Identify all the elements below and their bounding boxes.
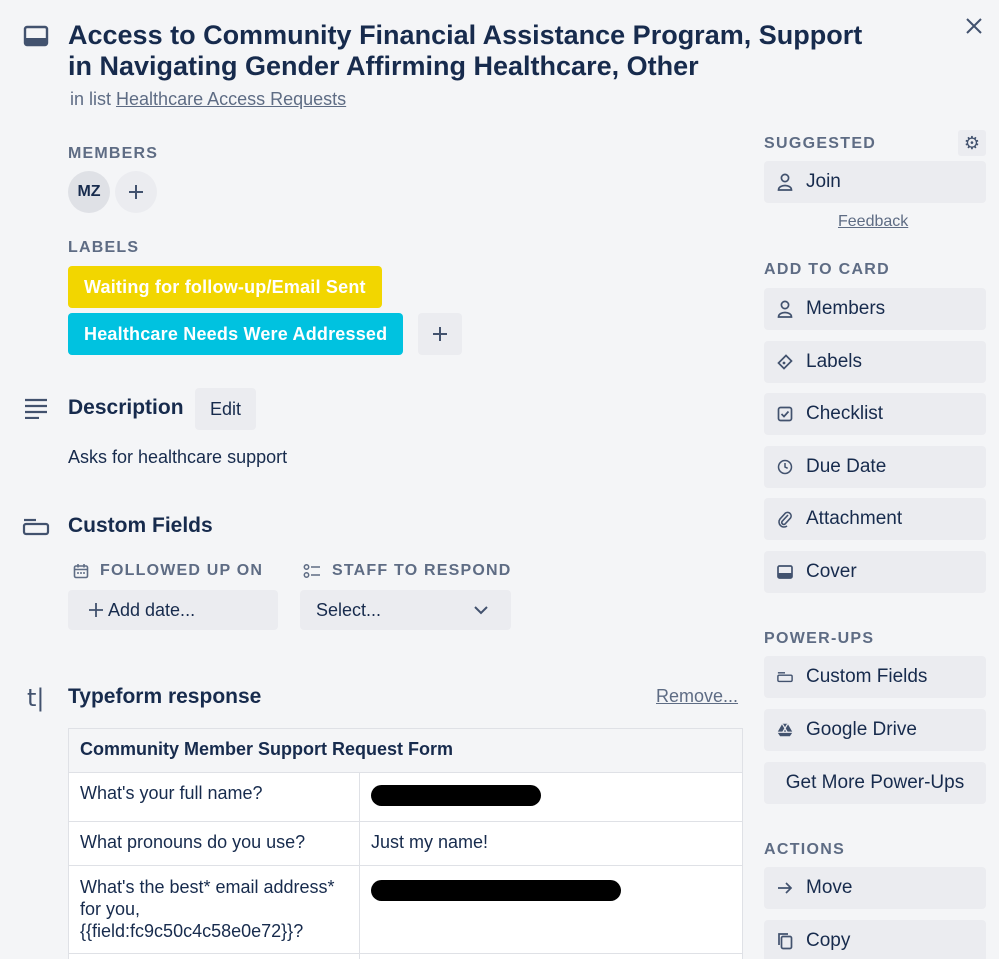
staff-to-respond-label: STAFF TO RESPOND <box>332 562 512 579</box>
checklist-button-label: Checklist <box>806 403 884 424</box>
members-button-label: Members <box>806 298 886 319</box>
members-heading: MEMBERS <box>68 145 159 162</box>
add-date-label: Add date... <box>108 599 196 620</box>
cover-icon <box>777 565 793 579</box>
table-row: What pronouns do you use? Just my name! <box>68 821 743 866</box>
labels-button-label: Labels <box>806 351 862 372</box>
card-title[interactable]: Access to Community Financial Assistance… <box>68 20 888 82</box>
suggested-settings-button[interactable]: ⚙ <box>958 130 986 156</box>
typeform-table: Community Member Support Request Form Wh… <box>68 728 743 959</box>
feedback-link[interactable]: Feedback <box>838 213 908 231</box>
description-text[interactable]: Asks for healthcare support <box>68 447 287 468</box>
google-drive-button[interactable]: Google Drive <box>764 709 986 751</box>
in-list-prefix: in list <box>70 89 112 109</box>
list-link[interactable]: Healthcare Access Requests <box>116 89 346 109</box>
move-button[interactable]: Move <box>764 867 986 909</box>
in-list-line: in list Healthcare Access Requests <box>70 89 346 110</box>
remove-typeform-link[interactable]: Remove... <box>656 686 738 707</box>
question-cell: What pronouns do you use? <box>68 821 360 866</box>
avatar[interactable]: MZ <box>68 171 110 213</box>
join-label: Join <box>806 171 841 192</box>
checklist-button[interactable]: Checklist <box>764 393 986 435</box>
power-ups-heading: POWER-UPS <box>764 630 875 647</box>
custom-fields-icon <box>22 517 50 537</box>
person-icon <box>777 173 793 191</box>
custom-fields-heading: Custom Fields <box>68 514 213 537</box>
custom-fields-powerup-button[interactable]: Custom Fields <box>764 656 986 698</box>
copy-button-label: Copy <box>806 930 851 951</box>
add-label-button[interactable] <box>418 313 462 355</box>
answer-cell <box>359 865 743 954</box>
add-member-button[interactable] <box>115 171 157 213</box>
attachment-button-label: Attachment <box>806 508 903 529</box>
clock-icon <box>777 458 793 476</box>
checkbox-icon <box>777 406 793 422</box>
description-icon <box>23 396 49 420</box>
google-drive-label: Google Drive <box>806 719 917 740</box>
labels-heading: LABELS <box>68 239 140 256</box>
table-row: What's the best* email address* for you,… <box>68 865 743 954</box>
get-more-power-ups-button[interactable]: Get More Power-Ups <box>764 762 986 804</box>
redaction-bar <box>371 785 541 806</box>
staff-select-value: Select... <box>316 599 382 620</box>
staff-select[interactable]: Select... <box>300 590 511 630</box>
copy-icon <box>777 932 793 950</box>
edit-description-button[interactable]: Edit <box>195 388 257 430</box>
move-button-label: Move <box>806 877 853 898</box>
members-button[interactable]: Members <box>764 288 986 330</box>
close-icon[interactable] <box>962 14 986 38</box>
paperclip-icon <box>777 510 793 528</box>
add-to-card-heading: ADD TO CARD <box>764 261 891 278</box>
cover-button[interactable]: Cover <box>764 551 986 593</box>
answer-cell <box>359 772 743 822</box>
typeform-heading: Typeform response <box>68 685 262 708</box>
calendar-icon <box>72 562 90 580</box>
labels-button[interactable]: Labels <box>764 341 986 383</box>
attachment-button[interactable]: Attachment <box>764 498 986 540</box>
followed-up-date-button[interactable]: Add date... <box>68 590 278 630</box>
list-select-icon <box>303 562 321 580</box>
due-date-button-label: Due Date <box>806 456 887 477</box>
custom-fields-powerup-label: Custom Fields <box>806 666 928 687</box>
join-button[interactable]: Join <box>764 161 986 203</box>
chevron-down-icon <box>473 605 489 615</box>
arrow-right-icon <box>777 881 793 895</box>
custom-fields-icon <box>777 671 793 683</box>
gear-icon: ⚙ <box>963 132 981 153</box>
followed-up-label: FOLLOWED UP ON <box>100 562 264 579</box>
plus-icon <box>127 183 145 201</box>
card-icon <box>23 25 49 47</box>
table-row: What's your full name? <box>68 772 743 822</box>
redaction-bar <box>371 880 621 901</box>
tag-icon <box>777 354 793 370</box>
typeform-table-wrapper: Community Member Support Request Form Wh… <box>68 728 743 959</box>
plus-icon <box>431 325 449 343</box>
google-drive-icon <box>777 722 793 738</box>
answer-cell: Just my name! <box>359 821 743 866</box>
label-chip-waiting[interactable]: Waiting for follow-up/Email Sent <box>68 266 382 308</box>
table-title: Community Member Support Request Form <box>68 728 743 773</box>
description-heading: Description <box>68 396 184 419</box>
plus-icon <box>88 602 104 618</box>
due-date-button[interactable]: Due Date <box>764 446 986 488</box>
question-cell: What's the best* email address* for you,… <box>68 865 360 954</box>
actions-heading: ACTIONS <box>764 841 846 858</box>
label-chip-addressed[interactable]: Healthcare Needs Were Addressed <box>68 313 404 355</box>
typeform-icon: t| <box>27 684 45 712</box>
question-cell: What's your full name? <box>68 772 360 822</box>
table-row <box>68 953 743 959</box>
person-icon <box>777 300 793 318</box>
suggested-heading: SUGGESTED <box>764 135 877 152</box>
copy-button[interactable]: Copy <box>764 920 986 959</box>
cover-button-label: Cover <box>806 561 857 582</box>
